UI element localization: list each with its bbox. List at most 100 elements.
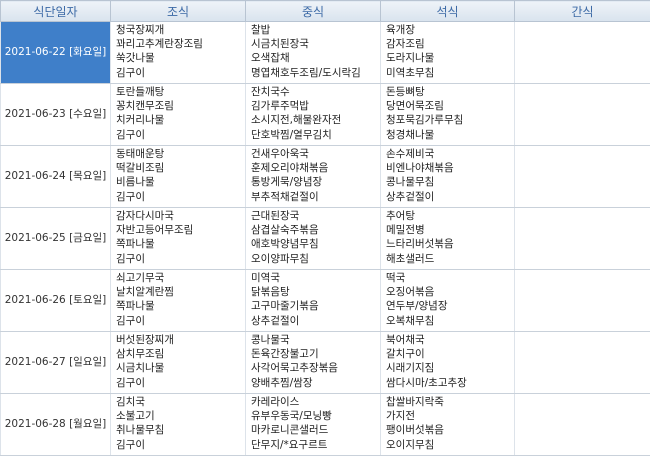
lunch-cell: 카레라이스유부우동국/모닝빵마카로니콘샐러드단무지/*요구르트 (246, 394, 381, 456)
dish-item: 김구이 (116, 376, 245, 390)
dish-item: 닭볶음탕 (251, 285, 380, 299)
dish-item: 찹쌀바지락죽 (386, 395, 514, 409)
table-row[interactable]: 2021-06-25 [금요일]감자다시마국자반고등어무조림쪽파나물김구이근대된… (1, 208, 650, 270)
snack-cell (515, 270, 650, 332)
meal-menu-table: 식단일자 조식 중식 석식 간식 2021-06-22 [화요일]청국장찌개꽈리… (0, 0, 650, 456)
header-snack[interactable]: 간식 (515, 1, 650, 22)
dish-item: 사각어묵고추장볶음 (251, 361, 380, 375)
breakfast-cell: 감자다시마국자반고등어무조림쪽파나물김구이 (111, 208, 246, 270)
dish-item: 소불고기 (116, 409, 245, 423)
date-cell[interactable]: 2021-06-27 [일요일] (1, 332, 111, 394)
dish-item: 갈치구이 (386, 347, 514, 361)
lunch-cell: 건새우아욱국훈제오리야채볶음통방게묵/양념장부추적채겉절이 (246, 146, 381, 208)
dish-item: 카레라이스 (251, 395, 380, 409)
table-row[interactable]: 2021-06-26 [토요일]쇠고기무국날치알계란찜쪽파나물김구이미역국닭볶음… (1, 270, 650, 332)
snack-cell (515, 394, 650, 456)
dish-item: 감자조림 (386, 37, 514, 51)
header-dinner[interactable]: 석식 (381, 1, 515, 22)
dish-item: 미역초무침 (386, 66, 514, 80)
dish-item: 상추겉절이 (386, 190, 514, 204)
dish-item: 소시지전,해물완자전 (251, 113, 380, 127)
dish-item: 김구이 (116, 66, 245, 80)
breakfast-cell: 청국장찌개꽈리고추계란장조림쑥갓나물김구이 (111, 22, 246, 84)
dish-item: 쇠고기무국 (116, 271, 245, 285)
lunch-cell: 잔치국수김가루주먹밥소시지전,해물완자전단호박찜/열무김치 (246, 84, 381, 146)
header-lunch[interactable]: 중식 (246, 1, 381, 22)
table-row[interactable]: 2021-06-22 [화요일]청국장찌개꽈리고추계란장조림쑥갓나물김구이찰밥시… (1, 22, 650, 84)
date-cell[interactable]: 2021-06-26 [토요일] (1, 270, 111, 332)
snack-cell (515, 146, 650, 208)
header-date[interactable]: 식단일자 (1, 1, 111, 22)
dish-item: 콩나물무침 (386, 175, 514, 189)
dish-item: 자반고등어무조림 (116, 223, 245, 237)
table-row[interactable]: 2021-06-23 [수요일]토란들깨탕꽁치캔무조림치커리나물김구이잔치국수김… (1, 84, 650, 146)
dish-item: 유부우동국/모닝빵 (251, 409, 380, 423)
dish-item: 돈등뼈탕 (386, 85, 514, 99)
dish-item: 쪽파나물 (116, 299, 245, 313)
dish-item: 쌈다시마/초고추장 (386, 376, 514, 390)
header-breakfast[interactable]: 조식 (111, 1, 246, 22)
snack-cell (515, 332, 650, 394)
date-cell[interactable]: 2021-06-28 [월요일] (1, 394, 111, 456)
dish-item: 오이지무침 (386, 438, 514, 452)
breakfast-cell: 쇠고기무국날치알계란찜쪽파나물김구이 (111, 270, 246, 332)
dish-item: 단무지/*요구르트 (251, 438, 380, 452)
dish-item: 김치국 (116, 395, 245, 409)
dish-item: 북어채국 (386, 333, 514, 347)
dish-item: 연두부/양념장 (386, 299, 514, 313)
dish-item: 메밀전병 (386, 223, 514, 237)
date-cell[interactable]: 2021-06-24 [목요일] (1, 146, 111, 208)
dish-item: 애호박양념무침 (251, 237, 380, 251)
dish-item: 김구이 (116, 314, 245, 328)
dish-item: 꽈리고추계란장조림 (116, 37, 245, 51)
dish-item: 시금치된장국 (251, 37, 380, 51)
dish-item: 버섯된장찌개 (116, 333, 245, 347)
dish-item: 도라지나물 (386, 51, 514, 65)
dish-item: 떡갈비조림 (116, 161, 245, 175)
dish-item: 가지전 (386, 409, 514, 423)
dish-item: 시래기지짐 (386, 361, 514, 375)
dish-item: 잔치국수 (251, 85, 380, 99)
dinner-cell: 추어탕메밀전병느타리버섯볶음해초샐러드 (381, 208, 515, 270)
dish-item: 꽁치캔무조림 (116, 99, 245, 113)
date-cell[interactable]: 2021-06-25 [금요일] (1, 208, 111, 270)
dish-item: 육개장 (386, 23, 514, 37)
dish-item: 김가루주먹밥 (251, 99, 380, 113)
dish-item: 쑥갓나물 (116, 51, 245, 65)
lunch-cell: 미역국닭볶음탕고구마줄기볶음상추겉절이 (246, 270, 381, 332)
dish-item: 오색잡채 (251, 51, 380, 65)
date-cell[interactable]: 2021-06-22 [화요일] (1, 22, 111, 84)
dish-item: 감자다시마국 (116, 209, 245, 223)
dish-item: 김구이 (116, 438, 245, 452)
dish-item: 콩나물국 (251, 333, 380, 347)
dish-item: 돈육간장불고기 (251, 347, 380, 361)
table-row[interactable]: 2021-06-28 [월요일]김치국소불고기취나물무침김구이카레라이스유부우동… (1, 394, 650, 456)
dish-item: 청경채나물 (386, 128, 514, 142)
dish-item: 고구마줄기볶음 (251, 299, 380, 313)
dish-item: 청포묵김가루무침 (386, 113, 514, 127)
dish-item: 추어탕 (386, 209, 514, 223)
dish-item: 훈제오리야채볶음 (251, 161, 380, 175)
dinner-cell: 떡국오징어볶음연두부/양념장오복채무침 (381, 270, 515, 332)
date-cell[interactable]: 2021-06-23 [수요일] (1, 84, 111, 146)
lunch-cell: 콩나물국돈육간장불고기사각어묵고추장볶음양배추찜/쌈장 (246, 332, 381, 394)
snack-cell (515, 208, 650, 270)
dish-item: 느타리버섯볶음 (386, 237, 514, 251)
dish-item: 단호박찜/열무김치 (251, 128, 380, 142)
dish-item: 시금치나물 (116, 361, 245, 375)
dish-item: 오이양파무침 (251, 252, 380, 266)
dinner-cell: 찹쌀바지락죽가지전팽이버섯볶음오이지무침 (381, 394, 515, 456)
dish-item: 양배추찜/쌈장 (251, 376, 380, 390)
dish-item: 동태매운탕 (116, 147, 245, 161)
snack-cell (515, 22, 650, 84)
dish-item: 손수제비국 (386, 147, 514, 161)
table-row[interactable]: 2021-06-24 [목요일]동태매운탕떡갈비조림비름나물김구이건새우아욱국훈… (1, 146, 650, 208)
dish-item: 해초샐러드 (386, 252, 514, 266)
dish-item: 청국장찌개 (116, 23, 245, 37)
dish-item: 김구이 (116, 190, 245, 204)
breakfast-cell: 버섯된장찌개삼치무조림시금치나물김구이 (111, 332, 246, 394)
lunch-cell: 찰밥시금치된장국오색잡채명엽채호두조림/도시락김 (246, 22, 381, 84)
dish-item: 찰밥 (251, 23, 380, 37)
table-row[interactable]: 2021-06-27 [일요일]버섯된장찌개삼치무조림시금치나물김구이콩나물국돈… (1, 332, 650, 394)
dish-item: 삼겹살숙주볶음 (251, 223, 380, 237)
